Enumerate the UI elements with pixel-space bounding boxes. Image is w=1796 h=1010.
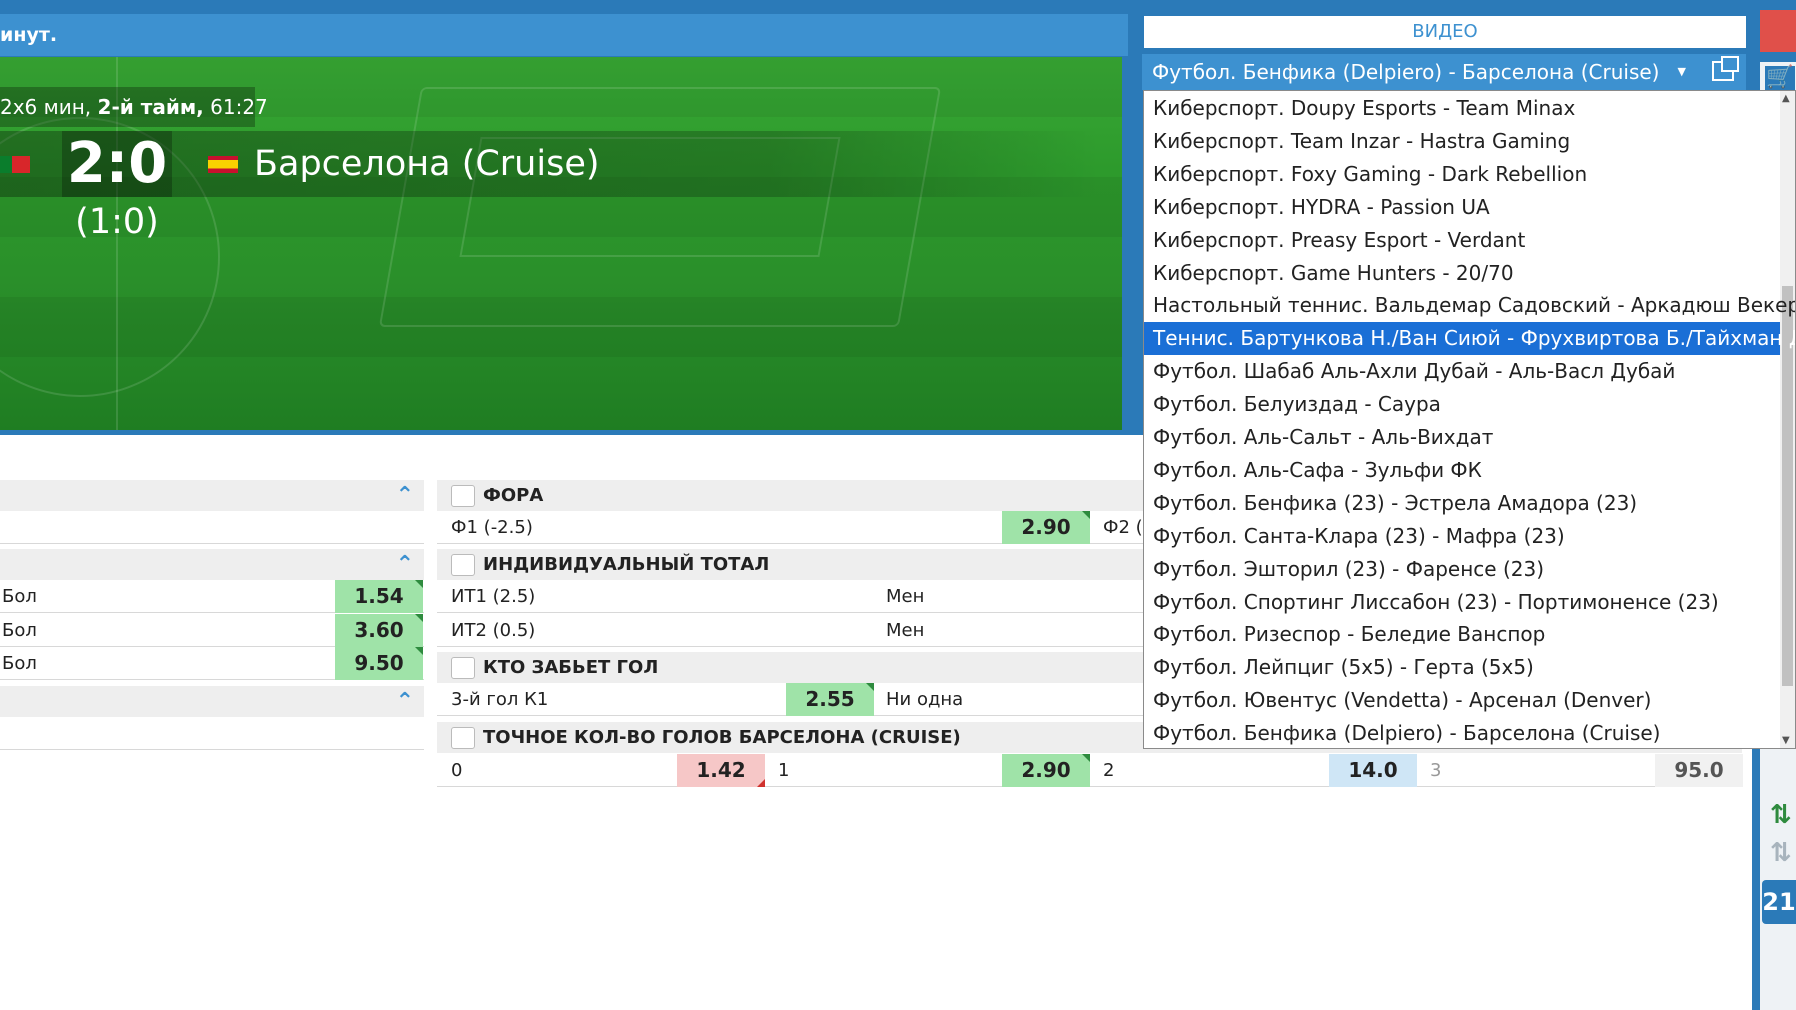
halftime-score: (1:0) xyxy=(75,202,159,242)
left-section-header[interactable]: ⌃ xyxy=(0,480,424,511)
dropdown-option[interactable]: Киберспорт. Foxy Gaming - Dark Rebellion xyxy=(1144,158,1780,191)
section-title: КТО ЗАБЬЕТ ГОЛ xyxy=(483,657,659,678)
bet-label: ИТ1 (2.5) xyxy=(451,586,536,607)
game-header: инут. xyxy=(0,14,1128,56)
score: 2:0 xyxy=(62,131,172,197)
time-prefix: 2х6 мин, xyxy=(0,95,98,119)
table-row: Бол 3.60 xyxy=(0,614,424,647)
goal-count: 1 xyxy=(778,760,790,781)
dropdown-option[interactable]: Футбол. Белуиздад - Саура xyxy=(1144,388,1780,421)
spain-flag-icon xyxy=(208,156,238,173)
section-checkbox[interactable] xyxy=(451,727,475,749)
odd-button[interactable]: 1.54 xyxy=(335,580,423,613)
odd-button[interactable]: 1.42 xyxy=(677,754,765,787)
odd-button[interactable]: 14.0 xyxy=(1329,754,1417,787)
bet-label: ИТ2 (0.5) xyxy=(451,620,536,641)
scroll-down-icon[interactable]: ▼ xyxy=(1782,735,1790,746)
section-ind-total: ИНДИВИДУАЛЬНЫЙ ТОТАЛ xyxy=(437,549,1143,580)
table-row: 0 1.42 1 2.90 2 14.0 3 95.0 xyxy=(437,754,1743,787)
bet-label: Ф1 (-2.5) xyxy=(451,517,533,538)
dropdown-option[interactable]: Футбол. Аль-Сальт - Аль-Вихдат xyxy=(1144,421,1780,454)
goal-count: 2 xyxy=(1103,760,1115,781)
left-section-header[interactable]: ⌃ xyxy=(0,549,424,580)
top-strip xyxy=(0,0,1796,10)
bet-label: Ф2 ( xyxy=(1103,517,1143,538)
odd-button[interactable]: 3.60 xyxy=(335,614,423,647)
chevron-down-icon: ▼ xyxy=(1677,65,1686,78)
scroll-up-icon[interactable]: ▲ xyxy=(1782,93,1790,104)
left-empty-row xyxy=(0,511,424,544)
left-section-header[interactable]: ⌃ xyxy=(0,686,424,717)
bet-label: 3-й гол К1 xyxy=(451,689,549,710)
section-title: ТОЧНОЕ КОЛ-ВО ГОЛОВ БАРСЕЛОНА (CRUISE) xyxy=(483,727,961,748)
dropdown-option[interactable]: Футбол. Эшторил (23) - Фаренсе (23) xyxy=(1144,553,1780,586)
dropdown-option[interactable]: Футбол. Лейпциг (5х5) - Герта (5х5) xyxy=(1144,651,1780,684)
half-label: 2-й тайм, xyxy=(97,95,204,119)
video-select[interactable]: Футбол. Бенфика (Delpiero) - Барселона (… xyxy=(1142,54,1746,90)
popout-icon[interactable] xyxy=(1712,56,1739,81)
table-row: Бол 1.54 xyxy=(0,580,424,613)
bet-count-badge[interactable]: 21 xyxy=(1762,880,1796,924)
bet-label: Ни одна xyxy=(886,689,964,710)
video-dropdown-list[interactable]: ▲ ▼ Киберспорт. Doupy Esports - Team Min… xyxy=(1143,90,1796,749)
sort-arrows-grey-icon[interactable]: ⇅ xyxy=(1770,838,1792,868)
goal-count: 0 xyxy=(451,760,463,781)
chevron-up-icon[interactable]: ⌃ xyxy=(396,554,414,576)
dropdown-option[interactable]: Футбол. Ювентус (Vendetta) - Арсенал (De… xyxy=(1144,684,1780,717)
left-empty-row xyxy=(0,717,424,750)
video-select-value: Футбол. Бенфика (Delpiero) - Барселона (… xyxy=(1152,60,1660,84)
dropdown-option[interactable]: Киберспорт. HYDRA - Passion UA xyxy=(1144,191,1780,224)
cart-icon[interactable]: 🛒 xyxy=(1765,66,1795,90)
dropdown-option[interactable]: Футбол. Ризеспор - Беледие Ванспор xyxy=(1144,618,1780,651)
row-label: Бол xyxy=(2,653,37,674)
dropdown-option[interactable]: Футбол. Шабаб Аль-Ахли Дубай - Аль-Васл … xyxy=(1144,355,1780,388)
bet-label: Мен xyxy=(886,620,925,641)
row-label: Бол xyxy=(2,620,37,641)
table-row: ИТ1 (2.5) Мен xyxy=(437,580,1143,613)
table-row: ИТ2 (0.5) Мен xyxy=(437,614,1143,647)
table-row: Ф1 (-2.5) 2.90 Ф2 ( xyxy=(437,511,1143,544)
dropdown-option[interactable]: Футбол. Бенфика (Delpiero) - Барселона (… xyxy=(1144,717,1780,748)
dropdown-option[interactable]: Футбол. Санта-Клара (23) - Мафра (23) xyxy=(1144,520,1780,553)
odd-button[interactable]: 9.50 xyxy=(335,647,423,680)
odd-button[interactable]: 2.55 xyxy=(786,683,874,716)
sort-arrows-green-icon[interactable]: ⇅ xyxy=(1770,800,1792,830)
chevron-up-icon[interactable]: ⌃ xyxy=(396,691,414,713)
bet-label: Мен xyxy=(886,586,925,607)
dropdown-option[interactable]: Киберспорт. Doupy Esports - Team Minax xyxy=(1144,92,1780,125)
scrollbar[interactable]: ▲ ▼ xyxy=(1780,91,1795,748)
video-title: ВИДЕО xyxy=(1144,16,1746,48)
game-panel: инут. 2х6 мин, 2-й тайм, 61:27 2:0 Барсе… xyxy=(0,10,1134,435)
section-fora: ФОРА xyxy=(437,480,1143,511)
table-row: Бол 9.50 xyxy=(0,647,424,680)
match-time: 2х6 мин, 2-й тайм, 61:27 xyxy=(0,87,268,127)
goal-count: 3 xyxy=(1430,760,1442,781)
section-checkbox[interactable] xyxy=(451,554,475,576)
section-checkbox[interactable] xyxy=(451,657,475,679)
dropdown-option[interactable]: Футбол. Спортинг Лиссабон (23) - Портимо… xyxy=(1144,586,1780,619)
dropdown-option[interactable]: Киберспорт. Preasy Esport - Verdant xyxy=(1144,224,1780,257)
section-title: ИНДИВИДУАЛЬНЫЙ ТОТАЛ xyxy=(483,554,770,575)
dropdown-option[interactable]: Теннис. Бартункова Н./Ван Сиюй - Фрухвир… xyxy=(1144,322,1795,356)
row-label: Бол xyxy=(2,586,37,607)
clock: 61:27 xyxy=(203,95,268,119)
odd-button[interactable]: 95.0 xyxy=(1655,754,1743,787)
dropdown-option[interactable]: Футбол. Аль-Сафа - Зульфи ФК xyxy=(1144,454,1780,487)
close-strip[interactable] xyxy=(1760,10,1796,52)
dropdown-option[interactable]: Киберспорт. Team Inzar - Hastra Gaming xyxy=(1144,125,1780,158)
dropdown-option[interactable]: Настольный теннис. Вальдемар Садовский -… xyxy=(1144,289,1795,322)
table-row: 3-й гол К1 2.55 Ни одна xyxy=(437,683,1143,716)
odd-button[interactable]: 2.90 xyxy=(1002,511,1090,544)
dropdown-option[interactable]: Футбол. Бенфика (23) - Эстрела Амадора (… xyxy=(1144,487,1780,520)
app-root: инут. 2х6 мин, 2-й тайм, 61:27 2:0 Барсе… xyxy=(0,0,1796,1010)
section-title: ФОРА xyxy=(483,485,544,506)
section-checkbox[interactable] xyxy=(451,485,475,507)
chevron-up-icon[interactable]: ⌃ xyxy=(396,485,414,507)
portugal-flag-icon xyxy=(0,156,30,173)
odd-button[interactable]: 2.90 xyxy=(1002,754,1090,787)
section-who-scores: КТО ЗАБЬЕТ ГОЛ xyxy=(437,652,1143,683)
team2-name: Барселона (Cruise) xyxy=(254,144,600,184)
dropdown-option[interactable]: Киберспорт. Game Hunters - 20/70 xyxy=(1144,257,1780,290)
